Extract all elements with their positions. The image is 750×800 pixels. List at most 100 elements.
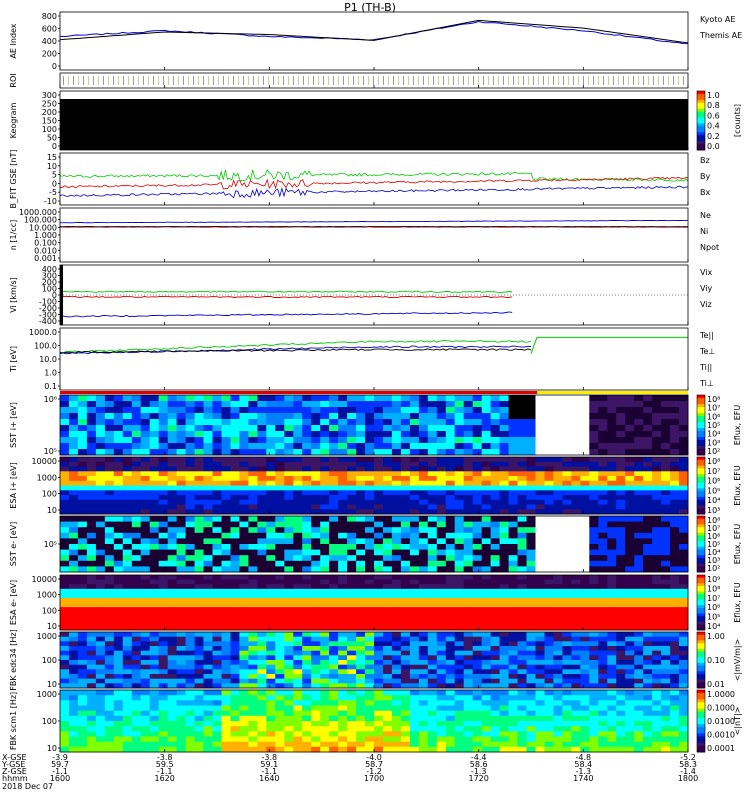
spectrogram-cell (338, 401, 348, 408)
spectrogram-cell (427, 419, 438, 426)
spectrogram-cell (562, 632, 572, 638)
spectrogram-cell (248, 602, 258, 608)
spectrogram-cell (158, 413, 169, 420)
spectrogram-cell (338, 490, 348, 496)
spectrogram-cell (481, 736, 492, 743)
spectrogram-cell (140, 566, 151, 573)
spectrogram-cell (140, 655, 151, 661)
spectrogram-cell (544, 674, 554, 680)
spectrogram-cell (77, 678, 88, 684)
colorbar-cell (697, 431, 705, 435)
spectrogram-cell (445, 471, 456, 477)
spectrogram-cell (212, 620, 222, 626)
spectrogram-cell (535, 611, 545, 617)
spectrogram-cell (571, 437, 581, 444)
spectrogram-cell (365, 715, 375, 722)
spectrogram-cell (248, 650, 258, 656)
spectrogram-cell (616, 407, 626, 414)
spectrogram-cell (652, 736, 662, 743)
spectrogram-cell (257, 620, 267, 626)
spectrogram-cell (607, 499, 617, 505)
spectrogram-cell (526, 401, 536, 408)
spectrogram-cell (499, 407, 509, 414)
spectrogram-cell (266, 746, 276, 753)
spectrogram-cell (167, 490, 178, 496)
spectrogram-cell (598, 721, 608, 727)
spectrogram-cell (248, 443, 258, 450)
spectrogram-cell (338, 457, 348, 463)
spectrogram-cell (481, 636, 492, 642)
spectrogram-cell (454, 632, 465, 638)
spectrogram-cell (194, 449, 204, 456)
spectrogram-cell (365, 566, 375, 573)
spectrogram-cell (418, 521, 429, 528)
spectrogram-cell (652, 407, 662, 414)
spectrogram-cell (661, 632, 671, 638)
spectrogram-cell (257, 588, 267, 594)
spectrogram-cell (248, 504, 258, 510)
spectrogram-cell (194, 538, 204, 545)
spectrogram-cell (284, 584, 294, 590)
spectrogram-cell (203, 431, 213, 438)
spectrogram-cell (634, 715, 644, 722)
spectrogram-cell (499, 560, 509, 567)
spectrogram-cell (526, 549, 536, 556)
spectrogram-cell (284, 616, 294, 622)
spectrogram-cell (661, 476, 671, 482)
spectrogram-cell (221, 425, 231, 432)
spectrogram-cell (131, 566, 142, 573)
spectrogram-cell (131, 457, 142, 463)
spectrogram-cell (535, 620, 545, 626)
spectrogram-cell (311, 413, 321, 420)
spectrogram-cell (661, 715, 671, 722)
spectrogram-cell (508, 588, 518, 594)
spectrogram-cell (356, 710, 366, 717)
spectrogram-cell (69, 555, 79, 562)
spectrogram-cell (661, 499, 671, 505)
roi-marker (283, 76, 284, 85)
spectrogram-cell (571, 431, 581, 438)
spectrogram-cell (508, 476, 518, 482)
spectrogram-cell (230, 669, 240, 675)
spectrogram-cell (589, 588, 599, 594)
spectrogram-cell (185, 710, 195, 717)
spectrogram-cell (185, 480, 195, 486)
spectrogram-cell (481, 715, 492, 722)
spectrogram-cell (275, 485, 285, 491)
spectrogram-cell (257, 715, 267, 722)
spectrogram-cell (616, 516, 626, 522)
spectrogram-cell (553, 655, 563, 661)
spectrogram-cell (95, 664, 106, 670)
spectrogram-cell (598, 632, 608, 638)
spectrogram-cell (266, 395, 276, 402)
spectrogram-cell (634, 443, 644, 450)
spectrogram-cell (481, 620, 492, 626)
spectrogram-cell (69, 485, 79, 491)
spectrogram-cell (338, 746, 348, 753)
spectrogram-cell (391, 471, 402, 477)
spectrogram-cell (311, 521, 321, 528)
spectrogram-cell (293, 579, 303, 585)
spectrogram-cell (239, 395, 249, 402)
spectrogram-cell (535, 616, 545, 622)
spectrogram-cell (661, 620, 671, 626)
spectrogram-cell (347, 425, 357, 432)
spectrogram-cell (60, 736, 70, 743)
roi-marker (288, 76, 289, 85)
spectrogram-cell (302, 593, 312, 599)
spectrogram-cell (436, 616, 447, 622)
spectrogram-cell (95, 636, 106, 642)
spectrogram-cell (365, 588, 375, 594)
spectrogram-cell (248, 607, 258, 613)
spectrogram-cell (122, 731, 133, 737)
spectrogram-cell (69, 620, 79, 626)
spectrogram-cell (679, 466, 689, 472)
spectrogram-cell (239, 521, 249, 528)
spectrogram-cell (356, 700, 366, 706)
spectrogram-cell (311, 660, 321, 666)
spectrogram-cell (679, 579, 689, 585)
spectrogram-cell (445, 731, 456, 737)
spectrogram-cell (652, 584, 662, 590)
spectrogram-cell (203, 721, 213, 727)
spectrogram-cell (679, 669, 689, 675)
